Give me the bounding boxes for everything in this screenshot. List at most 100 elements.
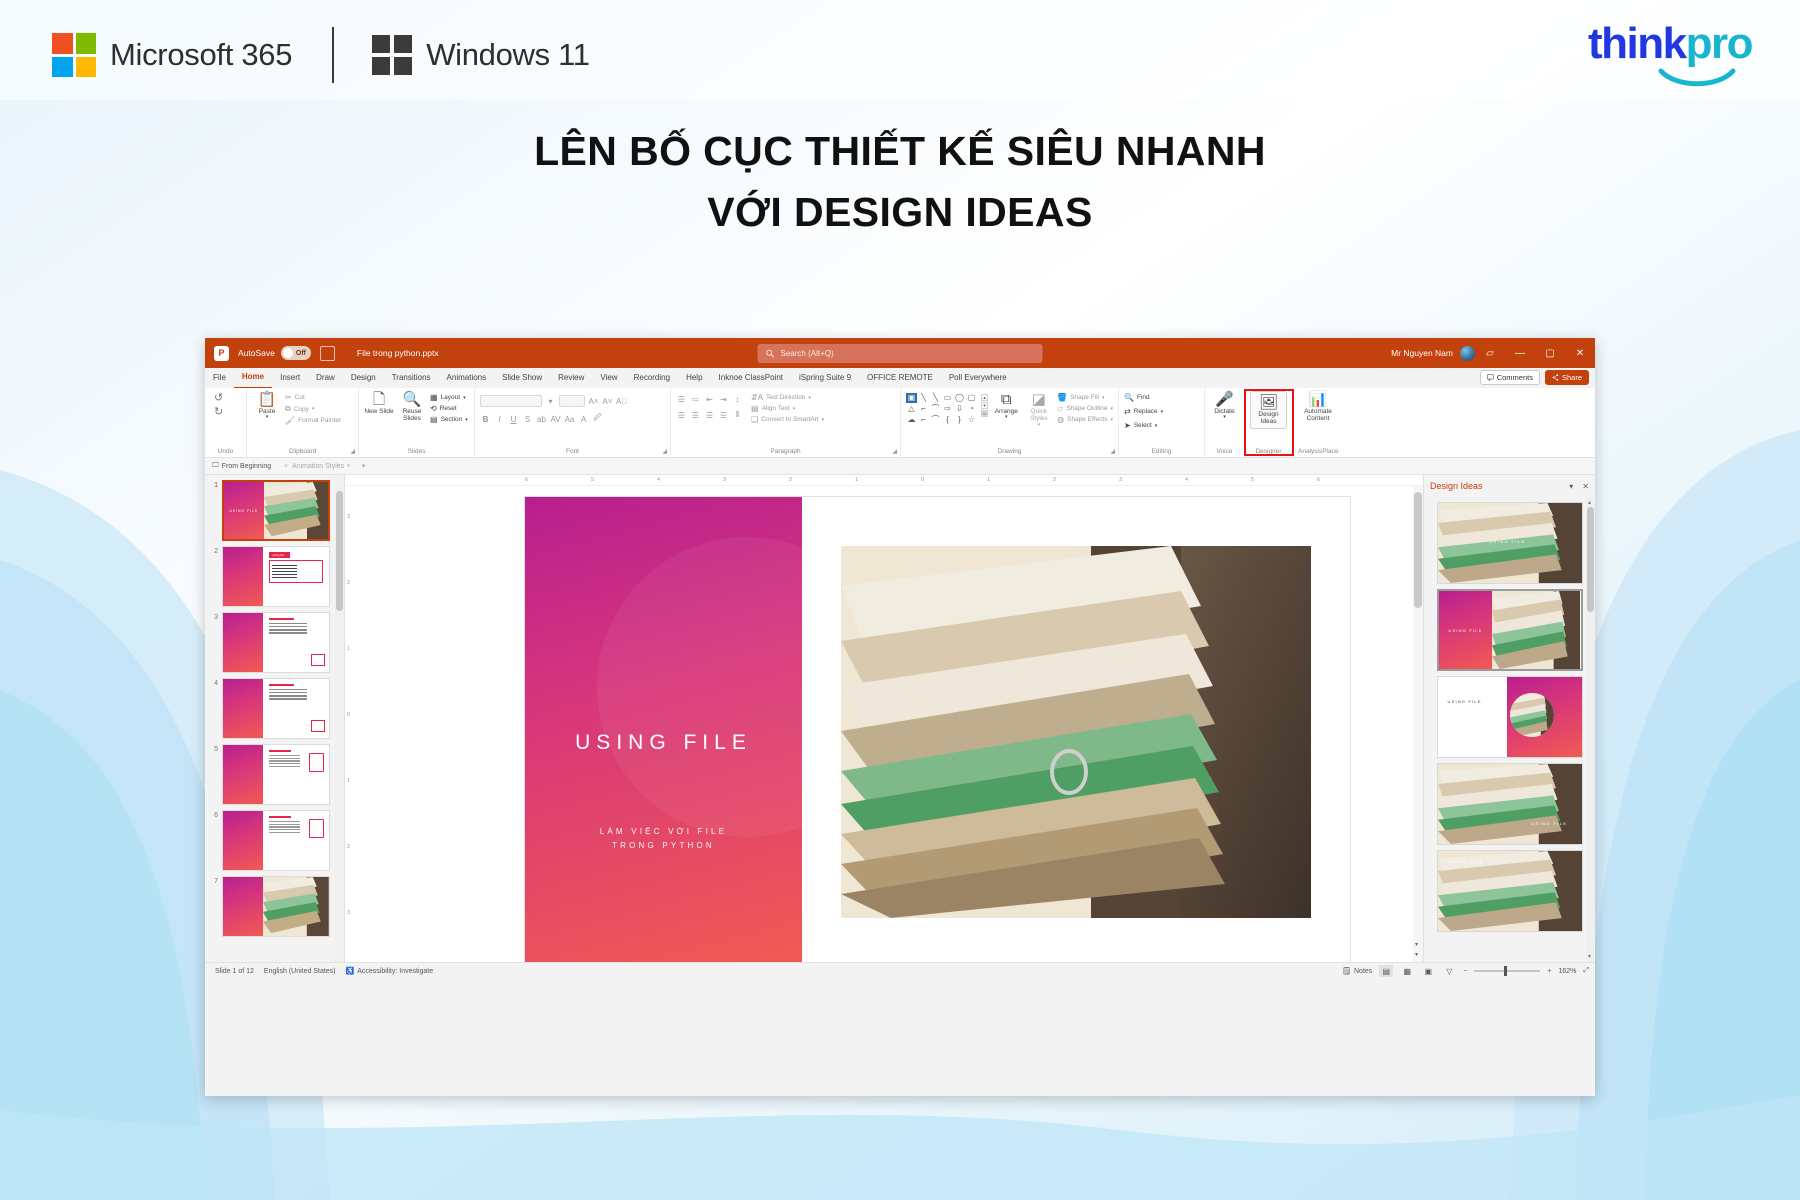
shape-right-brace-icon[interactable]: } (954, 415, 965, 425)
from-beginning-button[interactable]: 🖵 From Beginning (212, 462, 271, 470)
drawing-dialog-launcher[interactable]: ◢ (1110, 448, 1115, 455)
animation-styles-chevron-down-icon[interactable]: ▾ (347, 463, 350, 469)
ribbon-tab-inknoe-classpoint[interactable]: Inknoe ClassPoint (711, 368, 791, 388)
slide-title-panel[interactable]: USING FILE LÀM VIỆC VỚI FILE TRONG PYTHO… (525, 497, 897, 962)
font-size-select[interactable] (559, 395, 585, 407)
design-ideas-button[interactable]: 🖼 Design Ideas (1250, 391, 1287, 429)
quick-styles-button[interactable]: ◪ Quick Styles ▾ (1025, 391, 1054, 429)
thumbnail-row[interactable]: 2 using file (205, 541, 344, 607)
reset-button[interactable]: ⟲ Reset (430, 404, 468, 413)
ribbon-tab-help[interactable]: Help (678, 368, 710, 388)
design-idea-card[interactable]: USING FILE (1436, 589, 1583, 671)
ribbon-tab-transitions[interactable]: Transitions (384, 368, 439, 388)
slide-thumbnail-pane[interactable]: 1 USING FILE 2 using file 3 4 5 6 7 (205, 475, 345, 962)
thumbnail-row[interactable]: 7 (205, 871, 344, 937)
shapes-scroll-down-icon[interactable]: ▾ (981, 402, 988, 409)
numbering-button[interactable]: ≔ (690, 395, 701, 404)
user-account-name[interactable]: Mr Nguyen Nam (1391, 348, 1453, 358)
thumbnail-row[interactable]: 5 (205, 739, 344, 805)
minimize-button[interactable]: ― (1505, 338, 1535, 368)
font-color-button[interactable]: A (578, 415, 589, 424)
font-dialog-launcher[interactable]: ◢ (662, 448, 667, 455)
ideas-scrollbar-thumb[interactable] (1587, 507, 1594, 612)
paste-button[interactable]: 📋 Paste ▾ (252, 391, 282, 421)
replace-chevron-down-icon[interactable]: ▾ (1161, 409, 1164, 415)
layout-button[interactable]: ▦ Layout ▾ (430, 393, 468, 402)
shape-down-arrow-icon[interactable]: ⇩ (954, 404, 965, 414)
font-family-chevron-down-icon[interactable]: ▾ (545, 397, 556, 406)
align-right-button[interactable]: ☰ (704, 411, 715, 420)
thumbnail-scrollbar-thumb[interactable] (336, 491, 343, 611)
ideas-scroll-down-icon[interactable]: ▾ (1588, 953, 1591, 960)
editor-next-slide-icon[interactable]: ▾ (1415, 951, 1418, 958)
design-idea-card[interactable]: USING FILE (1436, 676, 1583, 758)
align-text-button[interactable]: ▤ Align Text ▾ (751, 404, 824, 413)
align-center-button[interactable]: ☰ (690, 411, 701, 420)
align-text-chevron-down-icon[interactable]: ▾ (793, 406, 796, 412)
shapes-gallery-scroll[interactable]: ▴ ▾ ▤ (981, 391, 988, 417)
ribbon-tab-ispring-suite-9[interactable]: iSpring Suite 9 (791, 368, 859, 388)
dictate-chevron-down-icon[interactable]: ▾ (1223, 415, 1226, 421)
shape-rounded-rect-icon[interactable]: ▢ (966, 393, 977, 403)
decrease-indent-button[interactable]: ⇤ (704, 395, 715, 404)
slide-thumbnail[interactable] (222, 678, 330, 739)
design-ideas-close-icon[interactable]: ✕ (1582, 482, 1589, 491)
text-direction-chevron-down-icon[interactable]: ▾ (808, 395, 811, 401)
ribbon-tab-draw[interactable]: Draw (308, 368, 343, 388)
ribbon-display-options-icon[interactable]: ▱ (1475, 338, 1505, 368)
shape-corner-icon[interactable]: ⌐ (918, 415, 929, 425)
design-idea-card[interactable]: USING FILE (1436, 763, 1583, 845)
ribbon-tab-office-remote[interactable]: OFFICE REMOTE (859, 368, 941, 388)
ribbon-tab-file[interactable]: File (205, 368, 234, 388)
language-label[interactable]: English (United States) (264, 968, 336, 975)
editor-scroll-down-icon[interactable]: ▾ (1415, 941, 1418, 948)
shapes-scroll-up-icon[interactable]: ▴ (981, 394, 988, 401)
justify-button[interactable]: ☰ (718, 411, 729, 420)
comments-button[interactable]: Comments (1479, 370, 1540, 385)
zoom-slider[interactable] (1474, 966, 1541, 976)
shape-outline-button[interactable]: ▱ Shape Outline ▾ (1057, 404, 1113, 413)
text-highlight-button[interactable]: 🖉 (592, 412, 603, 426)
slide-thumbnail[interactable]: USING FILE (222, 480, 330, 541)
shape-line-icon[interactable]: ╲ (918, 393, 929, 403)
share-button[interactable]: Share (1544, 370, 1589, 385)
select-button[interactable]: ➤ Select ▾ (1124, 421, 1163, 430)
format-painter-button[interactable]: 🖌 Format Painter (285, 416, 341, 425)
bullets-button[interactable]: ☰ (676, 395, 687, 404)
font-family-select[interactable] (480, 395, 542, 407)
shapes-gallery-expand-icon[interactable]: ▤ (981, 410, 988, 417)
replace-button[interactable]: ⇄ Replace ▾ (1124, 407, 1163, 416)
shape-triangle-icon[interactable]: △ (906, 404, 917, 414)
clipboard-dialog-launcher[interactable]: ◢ (350, 448, 355, 455)
slide-image-panel[interactable] (802, 497, 1350, 962)
text-direction-button[interactable]: ⇵A Text Direction ▾ (751, 393, 824, 402)
folder-files-photo[interactable] (841, 546, 1311, 918)
autosave-toggle[interactable]: Off (280, 346, 311, 360)
redo-icon[interactable]: ↻ (214, 405, 223, 418)
shape-rectangle-icon[interactable]: ▭ (942, 393, 953, 403)
shape-arrow-icon[interactable]: ╲ (930, 393, 941, 403)
zoom-out-button[interactable]: − (1463, 968, 1467, 975)
new-slide-button[interactable]: 🗋 New Slide (364, 391, 394, 415)
slide-thumbnail[interactable] (222, 744, 330, 805)
shape-arc-icon[interactable]: ⌒ (930, 415, 941, 425)
thumbnail-row[interactable]: 6 (205, 805, 344, 871)
thumbnail-row[interactable]: 1 USING FILE (205, 475, 344, 541)
zoom-in-button[interactable]: + (1547, 968, 1551, 975)
strikethrough-button[interactable]: ab (536, 415, 547, 424)
thumbnail-row[interactable]: 3 (205, 607, 344, 673)
copy-chevron-down-icon[interactable]: ▾ (312, 406, 315, 412)
quick-row-overflow-button[interactable]: ▾ (362, 462, 366, 470)
ribbon-tab-poll-everywhere[interactable]: Poll Everywhere (941, 368, 1015, 388)
convert-to-smartart-button[interactable]: ❏ Convert to SmartArt ▾ (751, 415, 824, 424)
ideas-scroll-up-icon[interactable]: ▴ (1588, 499, 1591, 506)
section-chevron-down-icon[interactable]: ▾ (465, 417, 468, 423)
thumbnail-row[interactable]: 4 (205, 673, 344, 739)
shape-fill-chevron-down-icon[interactable]: ▾ (1102, 395, 1105, 401)
shapes-gallery[interactable]: ▣ ╲ ╲ ▭ ◯ ▢ △ ⌐ ⌒ ⇨ ⇩ ◔ ☁ ⌐ ⌒ { } ☆ (906, 391, 977, 425)
zoom-slider-handle[interactable] (1504, 966, 1508, 976)
shape-textbox-icon[interactable]: ▣ (906, 393, 917, 403)
shape-outline-chevron-down-icon[interactable]: ▾ (1110, 406, 1113, 412)
shape-effects-button[interactable]: ◍ Shape Effects ▾ (1057, 415, 1113, 424)
thumbnail-scrollbar[interactable] (335, 475, 344, 962)
